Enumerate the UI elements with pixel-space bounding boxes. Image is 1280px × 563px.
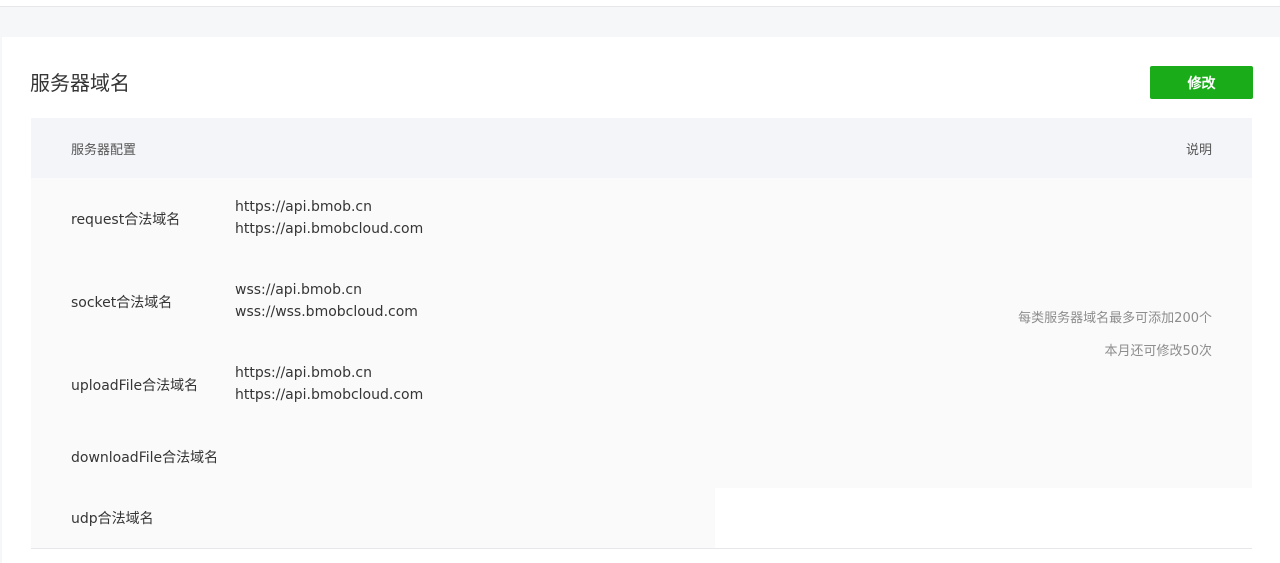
request-domain-value: https://api.bmob.cn xyxy=(235,199,372,215)
header-server-config: 服务器配置 xyxy=(71,143,137,158)
uploadfile-domain-values: https://api.bmob.cn https://api.bmobclou… xyxy=(235,362,423,406)
table-row-udp: udp合法域名 xyxy=(31,488,731,548)
socket-domain-value: wss://api.bmob.cn xyxy=(235,282,362,298)
domain-limit-note: 每类服务器域名最多可添加200个 xyxy=(1018,311,1212,326)
table-header: 服务器配置 说明 xyxy=(31,118,1252,178)
uploadfile-domain-value: https://api.bmob.cn xyxy=(235,365,372,381)
request-domain-label: request合法域名 xyxy=(71,212,181,228)
udp-domain-label: udp合法域名 xyxy=(71,511,154,527)
header-description: 说明 xyxy=(1185,143,1212,158)
table-row-socket: socket合法域名 wss://api.bmob.cn wss://wss.b… xyxy=(31,261,731,344)
card-title: 服务器域名 xyxy=(30,71,130,95)
socket-domain-label: socket合法域名 xyxy=(71,295,173,311)
table-divider xyxy=(31,548,1252,549)
edit-button[interactable]: 修改 xyxy=(1150,66,1253,99)
socket-domain-values: wss://api.bmob.cn wss://wss.bmobcloud.co… xyxy=(235,279,418,323)
table-row-downloadfile: downloadFile合法域名 xyxy=(31,427,731,488)
top-bar xyxy=(0,0,1280,7)
server-config-table: 服务器配置 说明 request合法域名 https://api.bmob.cn… xyxy=(31,118,1252,549)
remaining-edits-note: 本月还可修改50次 xyxy=(1104,344,1212,359)
socket-domain-value: wss://wss.bmobcloud.com xyxy=(235,304,418,320)
request-domain-value: https://api.bmobcloud.com xyxy=(235,221,424,237)
table-row-request: request合法域名 https://api.bmob.cn https://… xyxy=(31,178,731,261)
request-domain-values: https://api.bmob.cn https://api.bmobclou… xyxy=(235,196,423,240)
table-row-uploadfile: uploadFile合法域名 https://api.bmob.cn https… xyxy=(31,344,731,427)
uploadfile-domain-label: uploadFile合法域名 xyxy=(71,378,199,394)
downloadfile-domain-label: downloadFile合法域名 xyxy=(71,450,219,466)
uploadfile-domain-value: https://api.bmobcloud.com xyxy=(235,387,424,403)
server-domain-card: 服务器域名 修改 服务器配置 说明 request合法域名 https://ap… xyxy=(2,37,1280,563)
